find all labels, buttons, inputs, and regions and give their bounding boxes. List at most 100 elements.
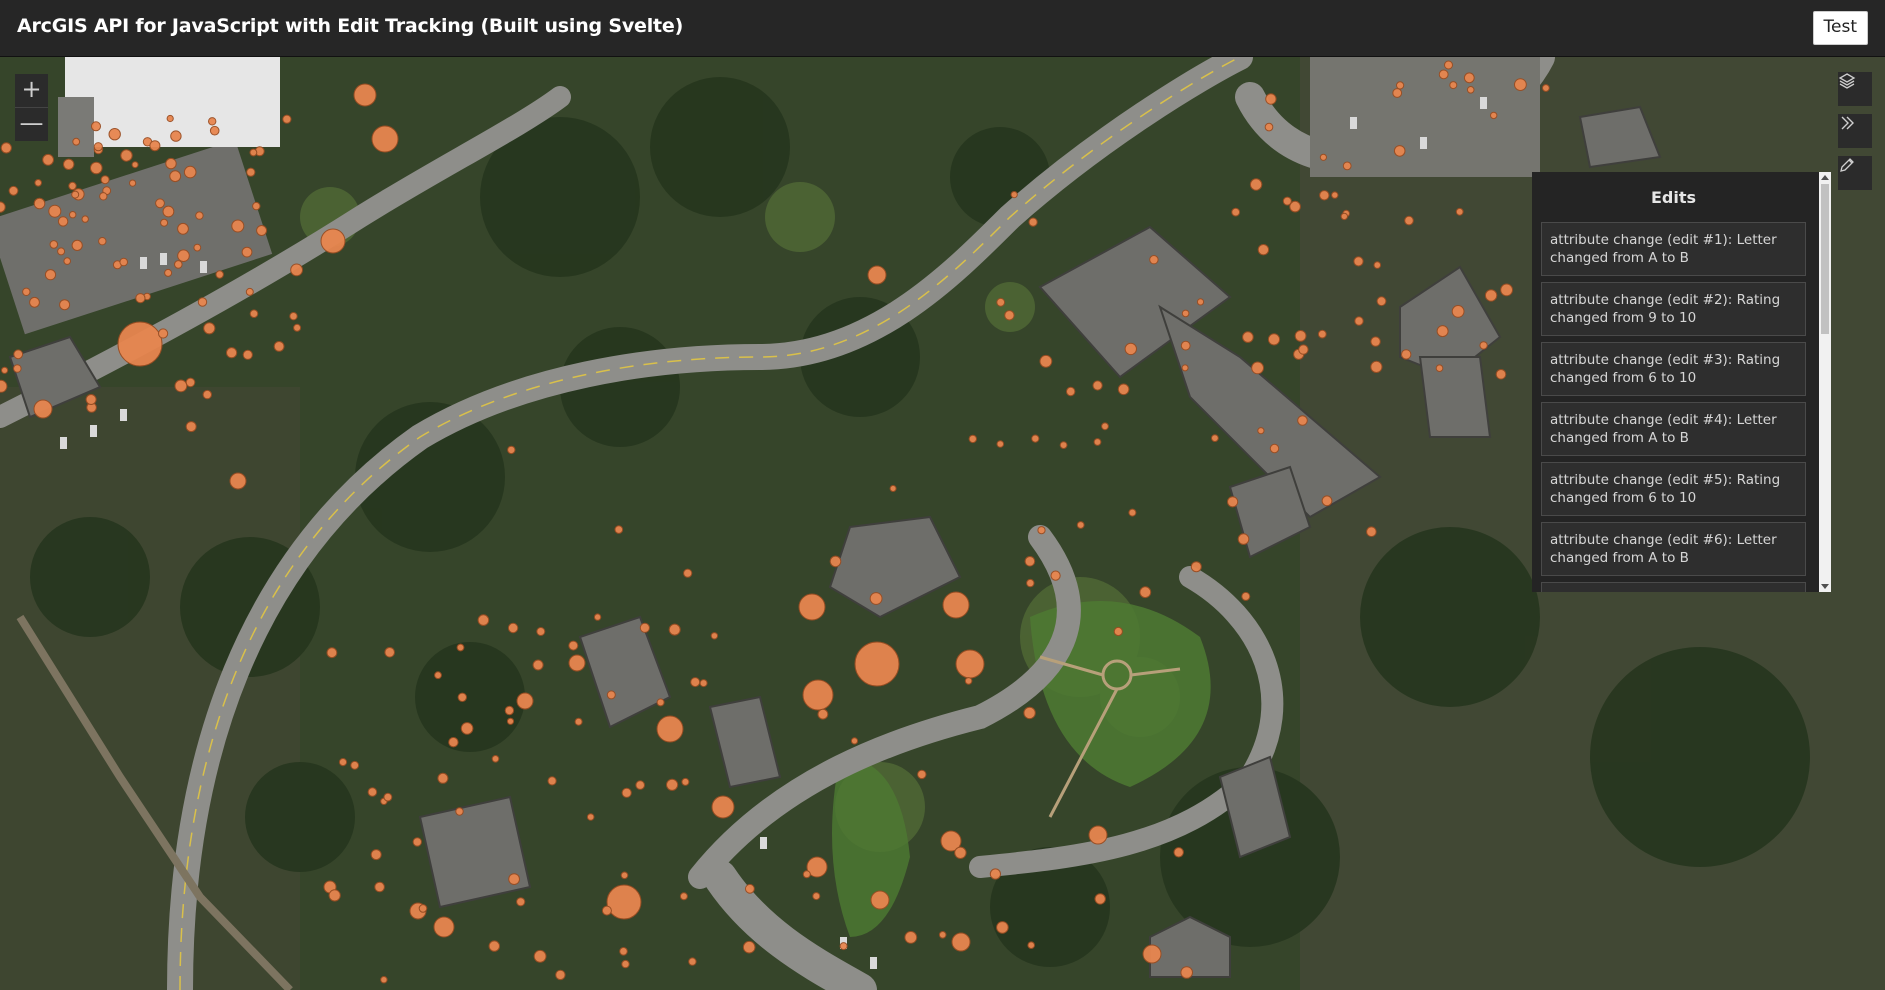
app-title: ArcGIS API for JavaScript with Edit Trac… (17, 15, 684, 37)
edit-marker (1401, 349, 1412, 360)
edit-marker (1393, 145, 1406, 157)
layers-button[interactable] (1838, 72, 1872, 106)
edit-marker (1392, 88, 1403, 98)
edit-marker (350, 760, 360, 770)
edit-marker (12, 364, 22, 373)
edit-marker (293, 323, 302, 332)
edit-marker (338, 758, 348, 767)
edit-marker (1282, 196, 1292, 206)
zoom-in-button[interactable]: + (15, 74, 48, 108)
edit-item[interactable]: attribute change (edit #6): Letter chang… (1541, 522, 1806, 576)
edit-marker (829, 555, 842, 568)
edit-marker (688, 957, 697, 966)
edit-marker (0, 142, 12, 154)
edit-item[interactable]: attribute change (edit #2): Rating chang… (1541, 282, 1806, 336)
edit-marker (507, 445, 516, 455)
edit-marker (57, 216, 69, 227)
edit-marker (1010, 191, 1018, 199)
edit-marker (1101, 422, 1109, 431)
edit-marker (457, 692, 467, 702)
edit-item[interactable]: attribute change (edit #4): Letter chang… (1541, 402, 1806, 456)
edit-marker (802, 870, 811, 879)
edit-marker (1142, 944, 1162, 964)
edit-marker (49, 240, 59, 249)
edit-marker (477, 614, 490, 626)
edit-marker (606, 884, 642, 920)
edit-marker (273, 341, 285, 352)
edit-marker (1027, 941, 1035, 950)
edit-marker (996, 297, 1006, 307)
edit-marker (1267, 333, 1281, 346)
edit-marker (353, 83, 377, 107)
edit-item[interactable]: attribute change (edit #1): Letter chang… (1541, 222, 1806, 276)
edit-marker (1211, 434, 1219, 443)
edit-marker (1269, 443, 1280, 454)
edit-marker (614, 525, 624, 534)
edit-marker (989, 868, 1002, 880)
edit-marker (710, 632, 719, 640)
layers-icon (1838, 73, 1856, 89)
edit-marker (195, 211, 204, 220)
edit-marker (507, 622, 519, 634)
edit-marker (547, 776, 557, 786)
edit-marker (889, 485, 897, 492)
scroll-thumb[interactable] (1821, 184, 1829, 334)
edit-marker (1094, 893, 1106, 905)
edit-marker (437, 772, 449, 784)
scroll-down-icon[interactable] (1821, 584, 1829, 589)
edit-marker (1319, 190, 1330, 201)
edit-button[interactable] (1838, 156, 1872, 190)
edit-marker (367, 787, 378, 797)
edit-marker (229, 472, 247, 490)
edit-marker (1023, 706, 1036, 720)
edit-marker (1241, 591, 1251, 601)
edit-marker (226, 347, 238, 359)
edit-item-partial[interactable] (1541, 582, 1806, 592)
edit-marker (231, 219, 245, 233)
edits-scrollbar[interactable] (1819, 172, 1831, 592)
edit-marker (1298, 344, 1309, 355)
edit-marker (1451, 305, 1465, 318)
edit-marker (1264, 122, 1274, 132)
edit-marker (456, 643, 465, 652)
edit-marker (166, 114, 174, 123)
edit-marker (938, 931, 947, 939)
map-view[interactable]: + — Edits attribute change (edit #1): Le… (0, 57, 1885, 990)
edit-marker (241, 246, 253, 258)
edit-marker (1066, 386, 1076, 397)
edit-marker (22, 287, 31, 297)
edit-marker (256, 225, 268, 236)
edit-marker (1181, 364, 1189, 372)
edit-marker (1340, 212, 1349, 221)
edit-marker (418, 904, 428, 913)
edit-marker (1444, 60, 1453, 70)
edit-marker (516, 897, 526, 907)
edit-marker (1242, 331, 1254, 343)
edit-marker (203, 322, 216, 335)
edit-item[interactable]: attribute change (edit #5): Rating chang… (1541, 462, 1806, 516)
edit-marker (326, 647, 338, 659)
edit-marker (1149, 255, 1159, 265)
edit-marker (798, 593, 826, 621)
edit-marker (1376, 296, 1387, 307)
edit-marker (177, 249, 190, 262)
app-header: ArcGIS API for JavaScript with Edit Trac… (0, 0, 1885, 57)
edit-marker (1373, 261, 1382, 269)
edit-marker (1449, 81, 1458, 90)
edit-marker (745, 883, 755, 894)
edit-marker (448, 737, 459, 748)
zoom-out-button[interactable]: — (15, 108, 48, 141)
edit-marker (839, 942, 848, 951)
edit-marker (1231, 207, 1241, 217)
edit-marker (289, 312, 298, 321)
expand-button[interactable] (1838, 114, 1872, 148)
edit-marker (1297, 415, 1308, 426)
test-button[interactable]: Test (1812, 11, 1868, 45)
edit-marker (215, 270, 224, 279)
edit-marker (1265, 93, 1277, 105)
edit-marker (1455, 207, 1464, 216)
edit-marker (1181, 309, 1190, 318)
edit-item[interactable]: attribute change (edit #3): Rating chang… (1541, 342, 1806, 396)
scroll-up-icon[interactable] (1821, 175, 1829, 180)
edit-marker (42, 153, 54, 166)
